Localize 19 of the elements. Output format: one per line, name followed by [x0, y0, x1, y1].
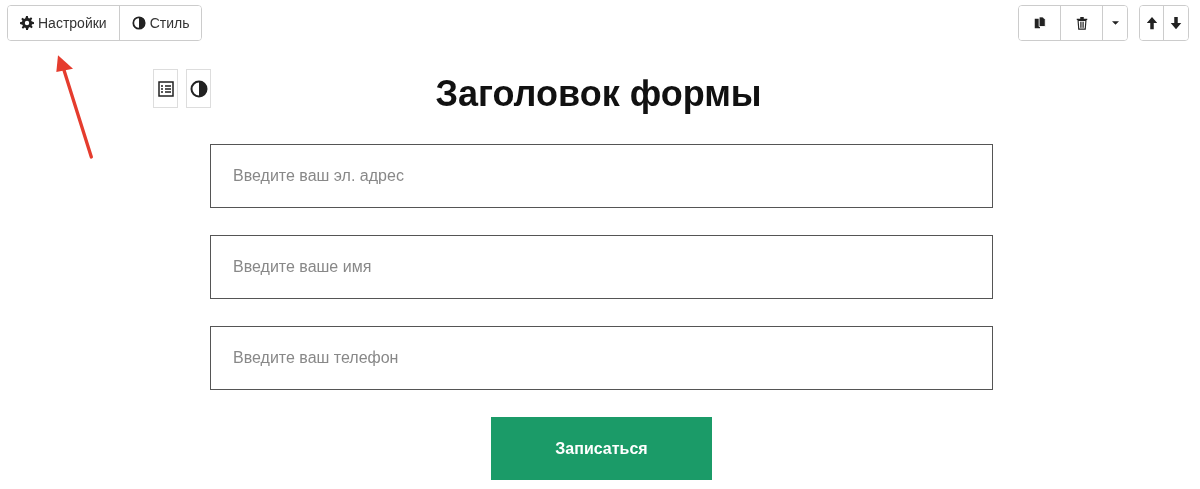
contrast-icon [131, 16, 146, 30]
contrast-icon [189, 79, 208, 98]
copy-button[interactable] [1019, 6, 1061, 40]
form-title: Заголовок формы [435, 73, 762, 115]
form-style-button[interactable] [186, 69, 211, 108]
settings-button[interactable]: Настройки [8, 6, 120, 40]
settings-icon [20, 16, 34, 30]
trash-icon [1074, 16, 1089, 30]
arrow-up-icon [1144, 16, 1159, 30]
caret-icon [1111, 21, 1119, 25]
copy-icon [1032, 16, 1047, 30]
form-icon [156, 79, 175, 98]
input-field[interactable]: Введите ваш эл. адрес [210, 144, 993, 208]
arrow-down-icon [1169, 16, 1183, 30]
form-settings-button[interactable] [153, 69, 178, 108]
submit-button[interactable]: Записаться [491, 417, 712, 480]
input-field[interactable]: Введите ваш телефон [210, 326, 993, 390]
move-up-button[interactable] [1140, 6, 1164, 40]
input-field[interactable]: Введите ваше имя [210, 235, 993, 299]
